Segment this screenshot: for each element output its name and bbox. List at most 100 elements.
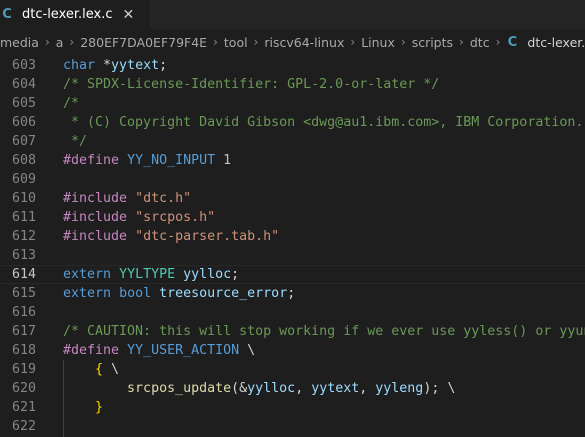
code-line[interactable]: 610 #include "dtc.h" <box>0 189 585 208</box>
code-token: * <box>95 58 112 73</box>
code-token: extern <box>63 267 112 282</box>
close-icon[interactable]: ✕ <box>123 7 135 23</box>
code-token: ; <box>159 58 168 73</box>
line-number: 611 <box>11 210 36 225</box>
tab-title: dtc-lexer.lex.c <box>22 7 113 22</box>
code-line[interactable]: 606 * (C) Copyright David Gibson <dwg@au… <box>0 113 585 132</box>
code-token: char <box>63 58 96 73</box>
code-text: #define YY_USER_ACTION \ <box>63 341 255 360</box>
code-line[interactable]: 604 /* SPDX-License-Identifier: GPL-2.0-o… <box>0 75 585 94</box>
code-token: } <box>95 400 104 415</box>
code-line[interactable]: 615 extern bool treesource_error; <box>0 284 585 303</box>
code-line[interactable]: 605 /* <box>0 94 585 113</box>
chevron-right-icon: › <box>69 35 75 49</box>
code-line[interactable]: 613 <box>0 246 585 265</box>
code-token: /* <box>63 96 80 111</box>
code-token: */ <box>63 134 88 149</box>
breadcrumb-item[interactable]: media <box>0 35 39 50</box>
code-text: /* CAUTION: this will stop working if we… <box>63 322 585 341</box>
tab-dtc-lexer[interactable]: C dtc-lexer.lex.c ✕ <box>0 0 150 29</box>
code-token: ); \ <box>423 381 456 396</box>
line-number: 604 <box>11 77 36 92</box>
breadcrumb-item[interactable]: dtc <box>470 35 490 50</box>
code-line[interactable]: 607 */ <box>0 132 585 151</box>
code-token: 1 <box>223 153 232 168</box>
code-token: yyleng <box>375 381 424 396</box>
code-line[interactable]: 621 } <box>0 398 585 417</box>
code-text: #include "dtc.h" <box>63 189 191 208</box>
code-line[interactable]: 614 extern YYLTYPE yylloc; <box>0 265 585 284</box>
code-line[interactable]: 617 /* CAUTION: this will stop working if… <box>0 322 585 341</box>
line-number: 614 <box>11 267 36 282</box>
breadcrumb-item[interactable]: 280EF7DA0EF79F4E <box>80 35 207 50</box>
code-line[interactable]: 609 <box>0 170 585 189</box>
code-token: "srcpos.h" <box>135 210 216 225</box>
breadcrumb-file[interactable]: Cdtc-lexer.lex.c <box>506 35 585 50</box>
breadcrumb: media › a › 280EF7DA0EF79F4E › tool › riscv64-li… <box>0 31 585 53</box>
code-line[interactable]: 622 <box>0 417 585 436</box>
chevron-right-icon: › <box>459 35 464 49</box>
code-token: #include <box>63 191 128 206</box>
code-line[interactable]: 619 { \ <box>0 360 585 379</box>
breadcrumb-item[interactable]: riscv64-linux <box>264 35 344 50</box>
code-token: #include <box>63 229 128 244</box>
code-line[interactable]: 616 <box>0 303 585 322</box>
code-editor[interactable]: 603 char *yytext; 604/* SPDX-License-Ident… <box>0 53 585 437</box>
line-number: 613 <box>11 248 36 263</box>
breadcrumb-item[interactable]: tool <box>224 35 248 50</box>
code-line[interactable]: 612 #include "dtc-parser.tab.h" <box>0 227 585 246</box>
chevron-right-icon: › <box>253 35 259 49</box>
chevron-right-icon: › <box>213 35 218 49</box>
code-token: #define <box>63 153 120 168</box>
code-token: ; <box>231 267 240 282</box>
code-token: extern <box>63 286 112 301</box>
code-token: #include <box>63 210 128 225</box>
code-token: ; <box>287 286 296 301</box>
line-number: 603 <box>11 58 36 73</box>
code-token: * (C) Copyright David Gibson <dwg@au1.ib… <box>63 115 585 130</box>
code-text: srcpos_update(&yylloc, yytext, yyleng); … <box>63 379 455 398</box>
code-token: /* SPDX-License-Identifier: GPL-2.0-or-l… <box>63 77 440 92</box>
code-text: */ <box>63 132 87 151</box>
breadcrumb-file-label: dtc-lexer.lex.c <box>527 34 585 50</box>
line-number: 612 <box>11 229 36 244</box>
line-number: 609 <box>11 172 36 187</box>
code-token: , <box>295 381 312 396</box>
line-number: 621 <box>11 400 36 415</box>
line-number: 610 <box>11 191 36 206</box>
code-line[interactable]: 611 #include "srcpos.h" <box>0 208 585 227</box>
code-token: treesource_error <box>159 286 288 301</box>
code-token: \ <box>239 343 256 358</box>
code-token: bool <box>119 286 152 301</box>
chevron-right-icon: › <box>495 35 501 49</box>
breadcrumb-item[interactable]: scripts <box>412 35 453 50</box>
line-number: 608 <box>11 153 36 168</box>
code-token: YY_NO_INPUT <box>127 153 216 168</box>
code-token: yytext <box>311 381 360 396</box>
code-line[interactable]: 608 #define YY_NO_INPUT 1 <box>0 151 585 170</box>
code-token: yytext <box>111 58 160 73</box>
code-line[interactable]: 618 #define YY_USER_ACTION \ <box>0 341 585 360</box>
breadcrumb-item[interactable]: Linux <box>361 35 395 50</box>
line-number: 619 <box>11 362 36 377</box>
breadcrumb-item[interactable]: a <box>56 35 64 50</box>
code-text: char *yytext; <box>63 56 167 75</box>
code-token: "dtc-parser.tab.h" <box>135 229 280 244</box>
code-token: "dtc.h" <box>135 191 192 206</box>
code-line[interactable]: 620 srcpos_update(&yylloc, yytext, yylen… <box>0 379 585 398</box>
line-number: 616 <box>11 305 36 320</box>
code-text: #include "dtc-parser.tab.h" <box>63 227 279 246</box>
line-number: 607 <box>11 134 36 149</box>
line-number: 620 <box>11 381 36 396</box>
code-token: yylloc <box>247 381 296 396</box>
code-line[interactable]: 603 char *yytext; <box>0 56 585 75</box>
